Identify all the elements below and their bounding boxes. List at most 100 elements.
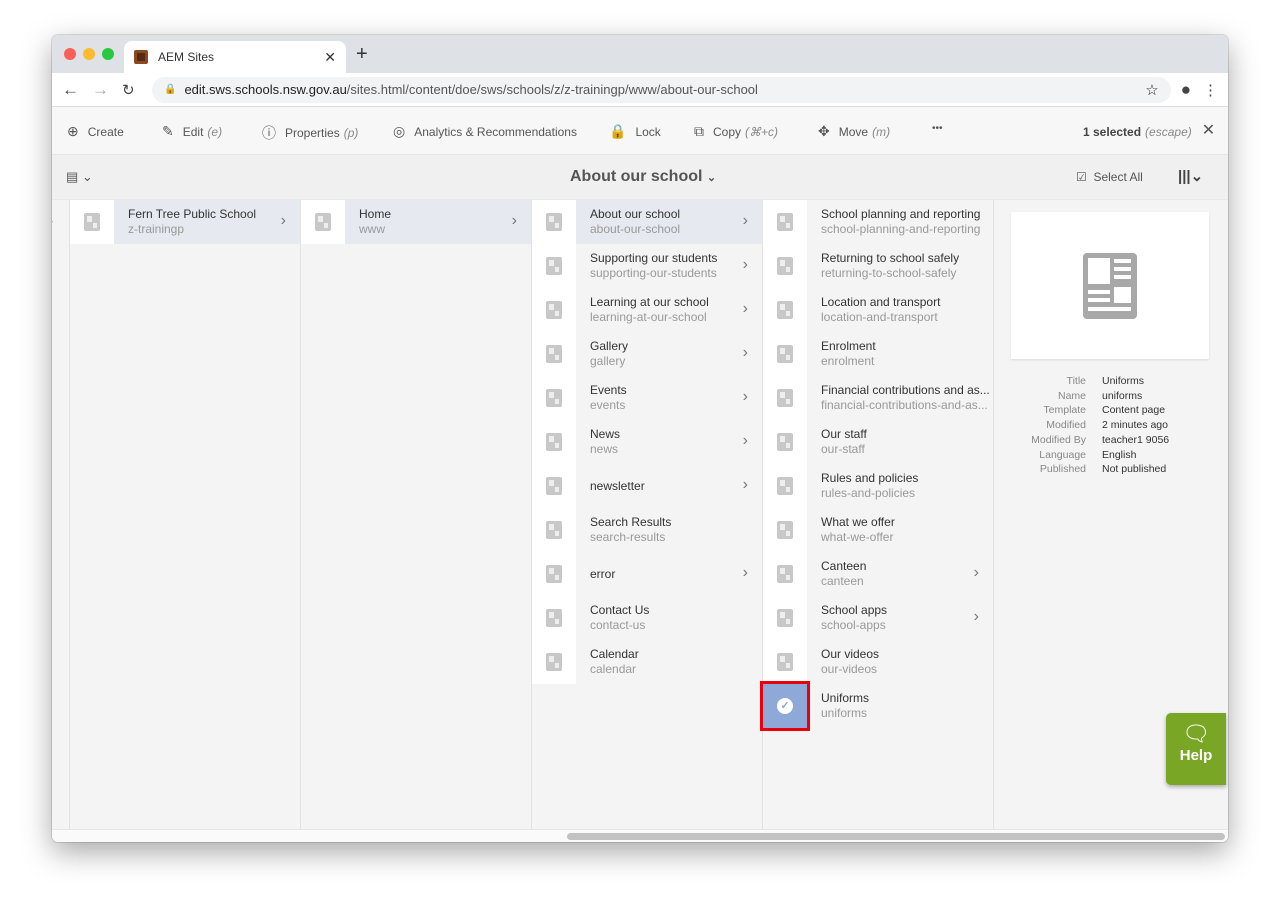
chevron-right-icon[interactable]: › xyxy=(743,300,748,318)
copy-button[interactable]: ⧉ Copy (⌘+c) xyxy=(694,123,778,140)
chevron-right-icon[interactable]: › xyxy=(743,256,748,274)
maximize-window-button[interactable] xyxy=(102,48,114,60)
item-thumbnail[interactable] xyxy=(763,420,807,464)
list-item[interactable]: Calendar calendar xyxy=(532,640,762,684)
list-item[interactable]: Financial contributions and as... financi… xyxy=(763,376,993,420)
item-thumbnail[interactable] xyxy=(532,552,576,596)
item-thumbnail[interactable] xyxy=(763,508,807,552)
back-icon[interactable]: ← xyxy=(62,80,92,100)
horizontal-scrollbar[interactable] xyxy=(52,829,1228,842)
list-item[interactable]: Events events › xyxy=(532,376,762,420)
list-item[interactable]: Supporting our students supporting-our-st… xyxy=(532,244,762,288)
collapsed-column[interactable]: › xyxy=(52,200,70,829)
move-button[interactable]: ✥ Move (m) xyxy=(818,123,890,140)
meta-label: Language xyxy=(1039,448,1086,461)
forward-icon[interactable]: → xyxy=(92,80,122,100)
chevron-right-icon[interactable]: › xyxy=(743,344,748,362)
list-item[interactable]: News news › xyxy=(532,420,762,464)
list-item[interactable]: error › xyxy=(532,552,762,596)
item-thumbnail[interactable] xyxy=(763,200,807,244)
close-tab-icon[interactable]: ✕ xyxy=(324,49,336,66)
list-item[interactable]: About our school about-our-school › xyxy=(532,200,762,244)
list-item[interactable]: Returning to school safely returning-to-s… xyxy=(763,244,993,288)
close-window-button[interactable] xyxy=(64,48,76,60)
selection-status[interactable]: 1 selected (escape) ✕ xyxy=(1083,120,1215,140)
item-thumbnail[interactable] xyxy=(763,552,807,596)
item-thumbnail[interactable] xyxy=(301,200,345,244)
item-thumbnail[interactable] xyxy=(763,244,807,288)
url-input[interactable]: 🔒 edit.sws.schools.nsw.gov.au/sites.html… xyxy=(152,76,1171,103)
item-thumbnail[interactable] xyxy=(532,420,576,464)
list-item[interactable]: ✓ Uniforms uniforms xyxy=(760,681,993,731)
profile-icon[interactable]: ● xyxy=(1181,80,1191,100)
item-thumbnail[interactable] xyxy=(532,244,576,288)
scrollbar-thumb[interactable] xyxy=(567,833,1225,840)
item-thumbnail[interactable] xyxy=(763,464,807,508)
list-item[interactable]: Location and transport location-and-trans… xyxy=(763,288,993,332)
page-title[interactable]: About our school ⌄ xyxy=(570,168,716,186)
meta-value: 2 minutes ago xyxy=(1102,419,1168,432)
lock-icon: 🔒 xyxy=(164,84,177,95)
item-thumbnail[interactable] xyxy=(532,596,576,640)
item-thumbnail[interactable] xyxy=(763,596,807,640)
chevron-right-icon[interactable]: › xyxy=(974,564,979,582)
select-all-button[interactable]: ☑ Select All xyxy=(1076,170,1143,184)
analytics-button[interactable]: ◎ Analytics & Recommendations xyxy=(393,123,577,140)
item-thumbnail[interactable] xyxy=(532,376,576,420)
item-thumbnail[interactable] xyxy=(70,200,114,244)
new-tab-button[interactable]: + xyxy=(356,43,368,66)
list-item[interactable]: Rules and policies rules-and-policies xyxy=(763,464,993,508)
chevron-right-icon[interactable]: › xyxy=(281,212,286,230)
rail-toggle-icon[interactable]: ▤ ⌄ xyxy=(66,169,93,185)
list-item[interactable]: School apps school-apps › xyxy=(763,596,993,640)
chevron-right-icon[interactable]: › xyxy=(974,608,979,626)
list-item[interactable]: Canteen canteen › xyxy=(763,552,993,596)
item-name: events xyxy=(590,398,626,412)
list-item[interactable]: Fern Tree Public School z-trainingp › xyxy=(70,200,300,244)
list-item[interactable]: Gallery gallery › xyxy=(532,332,762,376)
create-button[interactable]: ⊕ Create xyxy=(67,123,124,140)
check-icon[interactable]: ✓ xyxy=(777,698,793,714)
chevron-right-icon[interactable]: › xyxy=(512,212,517,230)
item-title: Contact Us xyxy=(590,603,650,617)
reload-icon[interactable]: ↻ xyxy=(122,81,152,99)
list-item[interactable]: What we offer what-we-offer xyxy=(763,508,993,552)
item-thumbnail[interactable] xyxy=(532,640,576,684)
chevron-right-icon[interactable]: › xyxy=(743,212,748,230)
bookmark-star-icon[interactable]: ☆ xyxy=(1145,81,1158,99)
item-thumbnail[interactable] xyxy=(763,288,807,332)
item-thumbnail[interactable] xyxy=(763,376,807,420)
list-item[interactable]: School planning and reporting school-plan… xyxy=(763,200,993,244)
copy-icon: ⧉ xyxy=(694,123,704,139)
browser-menu-icon[interactable]: ⋮ xyxy=(1203,81,1218,99)
list-item[interactable]: Learning at our school learning-at-our-sc… xyxy=(532,288,762,332)
view-switcher-icon[interactable]: |||⌄ xyxy=(1178,167,1203,185)
chevron-right-icon[interactable]: › xyxy=(743,388,748,406)
list-item[interactable]: Contact Us contact-us xyxy=(532,596,762,640)
close-selection-icon[interactable]: ✕ xyxy=(1202,120,1215,140)
properties-button[interactable]: ⓘ Properties (p) xyxy=(262,123,358,143)
item-thumbnail[interactable] xyxy=(532,288,576,332)
list-item[interactable]: Our staff our-staff xyxy=(763,420,993,464)
browser-tab[interactable]: AEM Sites ✕ xyxy=(124,41,346,73)
chevron-right-icon[interactable]: › xyxy=(743,564,748,582)
item-thumbnail[interactable] xyxy=(532,332,576,376)
list-item[interactable]: Home www › xyxy=(301,200,531,244)
item-thumbnail[interactable] xyxy=(532,464,576,508)
item-thumbnail[interactable] xyxy=(532,508,576,552)
list-item[interactable]: newsletter › xyxy=(532,464,762,508)
item-thumbnail[interactable]: ✓ xyxy=(760,681,810,731)
list-item[interactable]: Search Results search-results xyxy=(532,508,762,552)
item-thumbnail[interactable] xyxy=(763,640,807,684)
list-item[interactable]: Our videos our-videos xyxy=(763,640,993,684)
item-thumbnail[interactable] xyxy=(532,200,576,244)
edit-button[interactable]: ✎ Edit (e) xyxy=(162,123,222,140)
item-thumbnail[interactable] xyxy=(763,332,807,376)
chevron-right-icon[interactable]: › xyxy=(743,432,748,450)
list-item[interactable]: Enrolment enrolment xyxy=(763,332,993,376)
more-actions-button[interactable]: ••• xyxy=(932,123,943,134)
help-button[interactable]: 🗨 Help xyxy=(1166,713,1226,785)
chevron-right-icon[interactable]: › xyxy=(743,476,748,494)
lock-button[interactable]: 🔒 Lock xyxy=(609,123,661,140)
minimize-window-button[interactable] xyxy=(83,48,95,60)
